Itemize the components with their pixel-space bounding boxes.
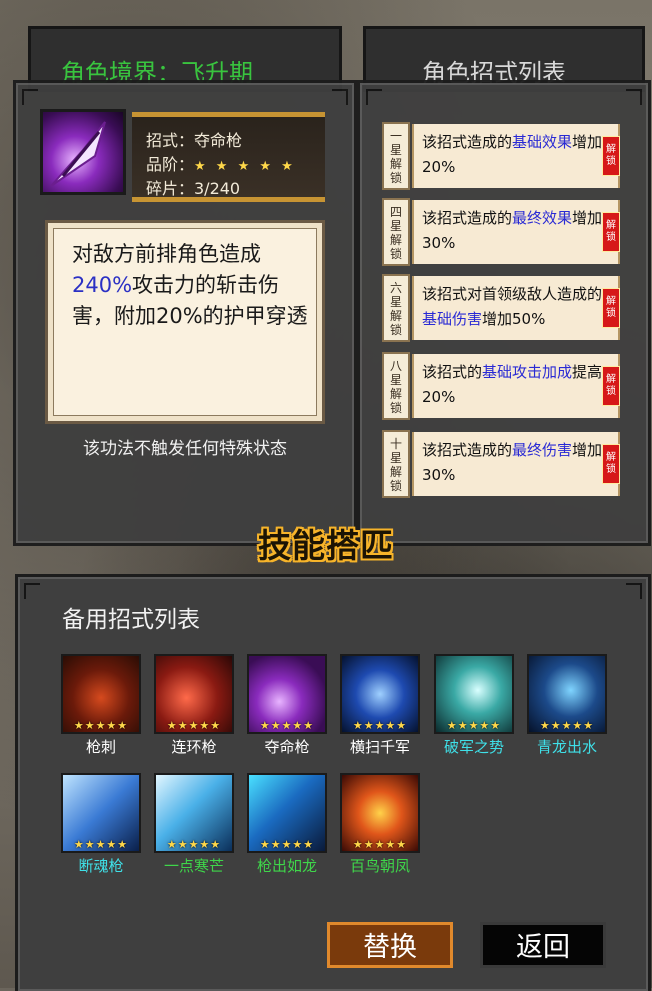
- star-unlock-tag: 四星解锁: [382, 198, 410, 266]
- lock-badge: 解锁: [602, 136, 620, 176]
- skill-stars: ★★★★★: [73, 838, 129, 851]
- unlock-scroll: 该招式对首领级敌人造成的基础伤害增加50% 解锁: [412, 276, 620, 340]
- skill-stars: ★★★★★: [352, 838, 408, 851]
- unlock-scroll: 该招式造成的基础效果增加20% 解锁: [412, 124, 620, 188]
- skill-name: 连环枪: [171, 738, 217, 756]
- unlock-row: 一星解锁该招式造成的基础效果增加20% 解锁: [382, 122, 626, 190]
- skill-stars: ★★★★★: [352, 719, 408, 732]
- spear-tip-icon: [50, 121, 106, 187]
- skill-stars: ★★★★★: [166, 838, 222, 851]
- unlock-row: 六星解锁该招式对首领级敌人造成的基础伤害增加50% 解锁: [382, 274, 626, 342]
- status-note: 该功法不触发任何特殊状态: [83, 439, 287, 459]
- skill-fragments: 碎片：3/240: [146, 179, 241, 198]
- skill-name: 破军之势: [443, 738, 504, 756]
- backup-skill-slot[interactable]: ★★★★★ 一点寒芒: [154, 773, 234, 875]
- backup-skill-slot[interactable]: ★★★★★ 断魂枪: [61, 773, 141, 875]
- desc-text-1: 对敌方前排角色造成: [72, 242, 261, 266]
- star-unlock-tag: 十星解锁: [382, 430, 410, 498]
- unlock-scroll: 该招式的基础攻击加成提高20% 解锁: [412, 354, 620, 418]
- backup-skill-slot[interactable]: ★★★★★ 连环枪: [154, 654, 234, 756]
- replace-button[interactable]: 替换: [327, 922, 453, 968]
- unlock-row: 四星解锁该招式造成的最终效果增加30% 解锁: [382, 198, 626, 266]
- back-button[interactable]: 返回: [480, 922, 606, 968]
- unlock-text: 该招式对首领级敌人造成的基础伤害增加50%: [422, 285, 603, 328]
- desc-highlight: 240%: [72, 273, 133, 297]
- unlock-text: 该招式的基础攻击加成提高20%: [422, 363, 603, 406]
- backup-skill-slot[interactable]: ★★★★★ 百鸟朝凤: [340, 773, 420, 875]
- section-title: 技能搭匹: [258, 526, 394, 565]
- skill-name: 枪刺: [85, 738, 116, 756]
- corner-ornament: [24, 583, 40, 599]
- skill-name: 横扫千军: [349, 738, 410, 756]
- skill-grade: 品阶：★ ★ ★ ★ ★: [146, 151, 296, 175]
- skill-name: 百鸟朝凤: [349, 857, 410, 875]
- backup-skill-slot[interactable]: ★★★★★ 青龙出水: [527, 654, 607, 756]
- corner-ornament: [332, 89, 348, 105]
- unlock-text: 该招式造成的最终伤害增加30%: [422, 441, 603, 484]
- backup-skill-slot[interactable]: ★★★★★ 夺命枪: [247, 654, 327, 756]
- skill-description-box: 对敌方前排角色造成 240%攻击力的斩击伤害，附加20%的护甲穿透: [45, 220, 325, 424]
- lock-badge: 解锁: [602, 212, 620, 252]
- backup-skill-slot[interactable]: ★★★★★ 枪出如龙: [247, 773, 327, 875]
- unlock-text: 该招式造成的基础效果增加20%: [422, 133, 603, 176]
- backup-header: 备用招式列表: [62, 607, 200, 633]
- unlock-text: 该招式造成的最终效果增加30%: [422, 209, 603, 252]
- skill-name: 一点寒芒: [163, 857, 224, 875]
- skill-stars: ★★★★★: [73, 719, 129, 732]
- skill-stars: ★★★★★: [259, 838, 315, 851]
- skill-name: 青龙出水: [536, 738, 597, 756]
- backup-skill-slot[interactable]: ★★★★★ 破军之势: [434, 654, 514, 756]
- backup-skill-slot[interactable]: ★★★★★ 枪刺: [61, 654, 141, 756]
- skill-stars: ★★★★★: [166, 719, 222, 732]
- unlock-scroll: 该招式造成的最终伤害增加30% 解锁: [412, 432, 620, 496]
- skill-name: 夺命枪: [264, 738, 310, 756]
- corner-ornament: [626, 89, 642, 105]
- lock-badge: 解锁: [602, 444, 620, 484]
- skill-icon-duomingqiang: [40, 109, 126, 195]
- grade-label: 品阶：: [146, 155, 195, 174]
- corner-ornament: [366, 89, 382, 105]
- unlock-row: 十星解锁该招式造成的最终伤害增加30% 解锁: [382, 430, 626, 498]
- lock-badge: 解锁: [602, 366, 620, 406]
- skill-description: 对敌方前排角色造成 240%攻击力的斩击伤害，附加20%的护甲穿透: [72, 239, 308, 332]
- skill-name: 枪出如龙: [256, 857, 317, 875]
- unlock-row: 八星解锁该招式的基础攻击加成提高20% 解锁: [382, 352, 626, 420]
- lock-badge: 解锁: [602, 288, 620, 328]
- grade-stars: ★ ★ ★ ★ ★: [194, 159, 296, 174]
- unlock-scroll: 该招式造成的最终效果增加30% 解锁: [412, 200, 620, 264]
- corner-ornament: [626, 583, 642, 599]
- skill-name: 断魂枪: [78, 857, 124, 875]
- skill-stars: ★★★★★: [259, 719, 315, 732]
- skill-name: 招式：夺命枪: [146, 131, 243, 150]
- star-unlock-tag: 一星解锁: [382, 122, 410, 190]
- skill-stars: ★★★★★: [446, 719, 502, 732]
- star-unlock-tag: 六星解锁: [382, 274, 410, 342]
- star-unlock-tag: 八星解锁: [382, 352, 410, 420]
- skill-stars: ★★★★★: [539, 719, 595, 732]
- backup-skill-slot[interactable]: ★★★★★ 横扫千军: [340, 654, 420, 756]
- skill-info-bar: 招式：夺命枪 品阶：★ ★ ★ ★ ★ 碎片：3/240: [132, 112, 325, 202]
- corner-ornament: [22, 89, 38, 105]
